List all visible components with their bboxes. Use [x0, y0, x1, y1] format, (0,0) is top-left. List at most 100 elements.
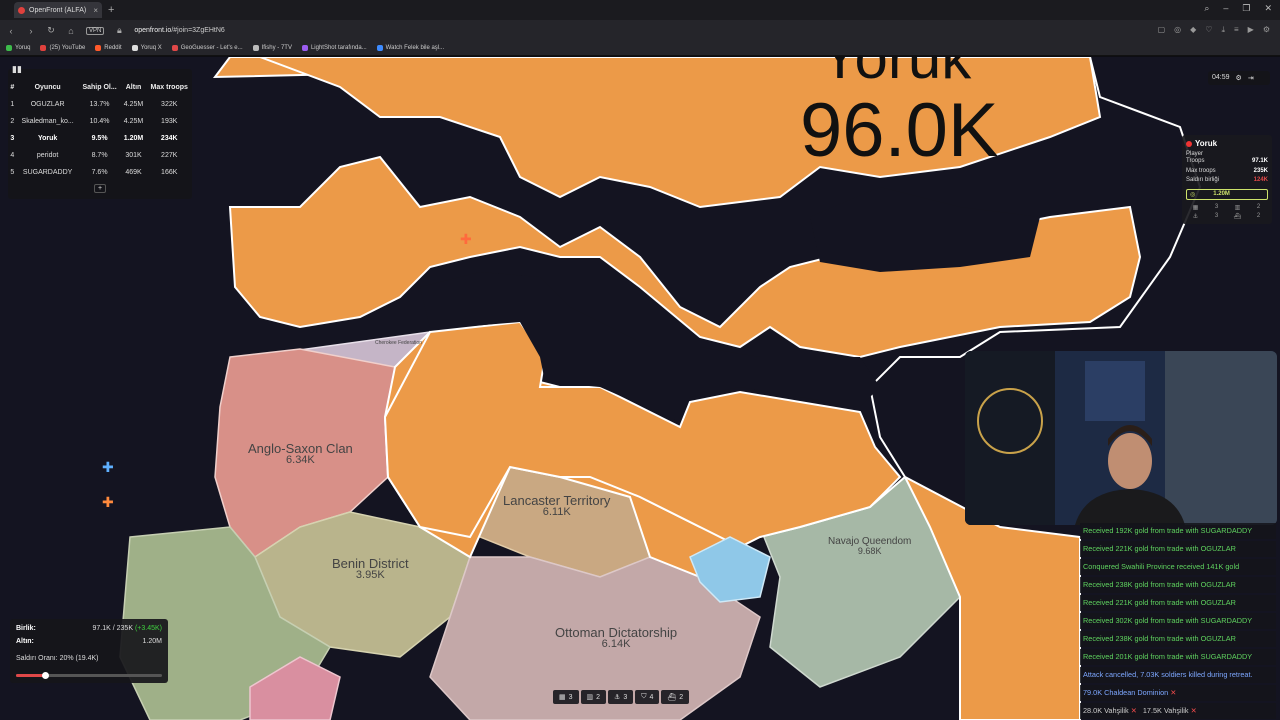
settings-icon[interactable]: ⚙: [1263, 25, 1270, 35]
build-port-button[interactable]: ⚓︎ 3: [608, 690, 634, 704]
attack-rate-slider[interactable]: [16, 672, 162, 679]
vpn-badge[interactable]: VPN: [86, 26, 105, 35]
leaderboard-cell-gold: 469K: [125, 169, 142, 176]
build-defense-button[interactable]: ⛉ 4: [635, 690, 660, 704]
home-icon[interactable]: ⌂: [66, 26, 76, 36]
build-warship-button[interactable]: ⛴ 2: [661, 690, 690, 704]
attack-rate-handle[interactable]: [42, 672, 50, 679]
leaderboard-cell-own: 8.7%: [91, 152, 108, 159]
bookmark-item[interactable]: Reddit: [95, 45, 122, 51]
player-name-map-label: Yoruk: [820, 57, 972, 91]
cancel-attack-icon[interactable]: ✕: [1131, 706, 1137, 715]
back-icon[interactable]: ‹: [6, 26, 16, 36]
leaderboard-cell-name: peridot: [36, 152, 59, 159]
attack-marker-icon[interactable]: ✚: [460, 232, 472, 246]
col-rank[interactable]: #: [8, 79, 17, 96]
play-icon[interactable]: ▶: [1248, 25, 1254, 35]
camera-icon[interactable]: ◎: [1174, 25, 1181, 35]
unit-count: 3: [1214, 212, 1219, 219]
ally-marker-icon[interactable]: ✚: [102, 460, 114, 474]
player-name: Yoruk: [1186, 139, 1268, 148]
url-host: openfront.io: [134, 27, 172, 34]
cancel-attack-icon[interactable]: ✕: [1170, 688, 1176, 697]
bookmark-item[interactable]: Yoruq: [6, 45, 30, 51]
bookmark-item[interactable]: LightShot tarafında...: [301, 45, 367, 51]
map-label-value: 6.11K: [542, 506, 571, 518]
build-factory-button[interactable]: ▥ 2: [580, 690, 607, 704]
stat-label: Troops: [1186, 158, 1205, 164]
new-tab-icon[interactable]: +: [108, 4, 114, 16]
cancel-attack-icon[interactable]: ✕: [1191, 706, 1197, 715]
leaderboard-cell-own: 7.6%: [91, 169, 108, 176]
bookmark-label: Yoruq: [15, 45, 31, 51]
bookmark-label: (25) YouTube: [49, 45, 86, 51]
incoming-attack-item[interactable]: 17.5K Vahşilik ✕: [1143, 705, 1197, 717]
bookmark-item[interactable]: (25) YouTube: [40, 45, 85, 51]
leaderboard-row[interactable]: 1 OGUZLAR 13.7% 4.25M 322K: [8, 96, 192, 113]
event-feed: Received 192K gold from trade with SUGAR…: [1080, 523, 1276, 720]
game-timer: 04:59: [1212, 74, 1230, 81]
col-own[interactable]: Sahip Ol...: [79, 79, 121, 96]
col-gold[interactable]: Altın: [121, 79, 147, 96]
map-label-lancaster: Lancaster Territory 6.11K: [503, 494, 610, 518]
feed-message: Received 192K gold from trade with SUGAR…: [1080, 523, 1276, 539]
leaderboard-header-row: # Oyuncu Sahip Ol... Altın Max troops: [8, 79, 192, 96]
troops-label: Birlik:: [16, 625, 36, 632]
bookmark-favicon-icon: [301, 45, 308, 51]
col-player[interactable]: Oyuncu: [17, 79, 79, 96]
player-name-text: Yoruk: [1195, 139, 1218, 148]
bookmark-favicon-icon: [376, 45, 383, 51]
screenshot-icon[interactable]: ▢: [1158, 25, 1166, 35]
enemy-marker-icon[interactable]: ✚: [102, 495, 114, 509]
close-tab-icon[interactable]: ×: [93, 6, 98, 15]
bookmark-label: LightShot tarafında...: [310, 45, 367, 51]
bookmark-favicon-icon: [6, 45, 12, 51]
search-tabs-icon[interactable]: ⌕: [1204, 3, 1209, 14]
bookmark-item[interactable]: Ifishy - 7TV: [252, 45, 292, 51]
browser-tab-strip: OpenFront (ALFA) × + ⌕ – ❐ ✕: [0, 0, 1280, 20]
col-troops[interactable]: Max troops: [146, 79, 192, 96]
unit-counts: ▦ 3 ▥ 2 ⚓︎ 3 ⛴ 2: [1186, 204, 1268, 220]
game-canvas[interactable]: Yoruk 96.0K Anglo-Saxon Clan 6.34K Lanca…: [0, 57, 1280, 720]
factory-icon: ▥: [1234, 204, 1241, 211]
expand-leaderboard-button[interactable]: +: [93, 184, 107, 193]
browser-tab[interactable]: OpenFront (ALFA) ×: [14, 2, 102, 18]
settings-gear-icon[interactable]: ⚙: [1236, 74, 1242, 82]
leaderboard-row[interactable]: 4 peridot 8.7% 301K 227K: [8, 147, 192, 164]
build-count: 2: [679, 693, 684, 701]
unit-count: 3: [1214, 203, 1219, 210]
maximize-icon[interactable]: ❐: [1242, 3, 1250, 14]
player-troops-map-label: 96.0K: [800, 88, 999, 173]
exit-icon[interactable]: ⇥: [1248, 74, 1254, 82]
bookmark-label: Ifishy - 7TV: [261, 45, 292, 51]
close-window-icon[interactable]: ✕: [1264, 3, 1272, 14]
leaderboard-cell-own: 9.5%: [91, 135, 108, 142]
incoming-attack-item[interactable]: 28.0K Vahşilik ✕: [1083, 705, 1137, 717]
leaderboard-cell-rank: 2: [10, 118, 15, 125]
troops-value: 97.1K / 235K: [92, 625, 133, 632]
forward-icon[interactable]: ›: [26, 26, 36, 36]
attack-text: 17.5K Vahşilik: [1142, 706, 1189, 715]
stat-label: Max troops: [1186, 167, 1216, 174]
incoming-attack-item[interactable]: 79.0K Chaldean Dominion ✕: [1080, 685, 1276, 701]
bookmark-item[interactable]: GeoGuesser - Let's e...: [171, 45, 243, 51]
map-label-ottoman: Ottoman Dictatorship 6.14K: [555, 626, 677, 650]
url-field[interactable]: openfront.io/#join=3ZgEHtN6: [134, 27, 225, 34]
minimize-icon[interactable]: –: [1223, 3, 1228, 14]
port-icon: ⚓︎: [1192, 213, 1199, 220]
bookmark-item[interactable]: Watch Felek bile aşl...: [376, 45, 444, 51]
shield-icon[interactable]: ◆: [1190, 25, 1196, 35]
reload-icon[interactable]: ↻: [46, 25, 56, 36]
leaderboard-row[interactable]: 5 SUGARDADDY 7.6% 469K 166K: [8, 164, 192, 181]
menu-icon[interactable]: ≡: [1234, 25, 1239, 35]
download-icon[interactable]: ⤓: [1221, 25, 1225, 35]
lock-icon: 🔒︎: [116, 25, 122, 35]
bookmark-icon[interactable]: ♡: [1205, 25, 1212, 35]
bookmark-item[interactable]: Yoruq X: [131, 45, 162, 51]
bar-chart-icon[interactable]: ▮▮: [12, 64, 22, 75]
build-city-button[interactable]: ▦ 3: [553, 690, 579, 704]
leaderboard-row[interactable]: 2 Skaledman_ko... 10.4% 4.25M 193K: [8, 113, 192, 130]
leaderboard-row[interactable]: 3 Yoruk 9.5% 1.20M 234K: [8, 130, 192, 147]
incoming-attacks-row: 28.0K Vahşilik ✕ 17.5K Vahşilik ✕: [1080, 703, 1276, 719]
feed-message: Received 221K gold from trade with OGUZL…: [1080, 541, 1276, 557]
